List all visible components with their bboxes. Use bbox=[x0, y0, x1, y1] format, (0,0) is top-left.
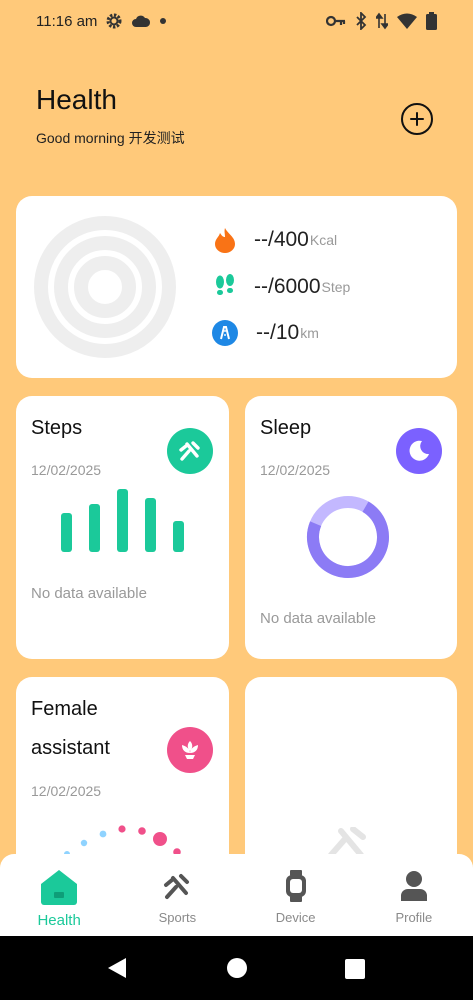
sleep-tile[interactable]: Sleep 12/02/2025 No data available bbox=[245, 396, 457, 659]
bottom-navigation: Health Sports Device Profile bbox=[0, 854, 473, 936]
running-icon bbox=[167, 428, 213, 474]
steps-metric: --/6000 Step bbox=[212, 274, 350, 300]
flower-icon bbox=[167, 727, 213, 773]
steps-bar bbox=[117, 489, 128, 552]
steps-date: 12/02/2025 bbox=[31, 462, 102, 478]
female-title-line2: assistant bbox=[31, 737, 110, 759]
distance-metric: --/10 km bbox=[212, 320, 319, 346]
moon-icon bbox=[396, 428, 442, 474]
cloud-icon bbox=[131, 13, 151, 29]
dot-icon bbox=[159, 17, 167, 25]
calories-unit: Kcal bbox=[309, 232, 338, 248]
bluetooth-icon bbox=[355, 12, 367, 30]
nav-label: Health bbox=[37, 912, 81, 929]
nav-label: Profile bbox=[395, 910, 433, 925]
key-icon bbox=[326, 14, 346, 28]
sleep-title: Sleep bbox=[260, 417, 312, 439]
home-icon bbox=[39, 868, 79, 911]
steps-bar bbox=[145, 498, 156, 552]
sleep-no-data: No data available bbox=[260, 610, 376, 627]
page-title: Health bbox=[36, 84, 117, 115]
battery-icon bbox=[426, 12, 437, 30]
calories-metric: --/400 Kcal bbox=[212, 227, 337, 253]
female-title-line1: Female bbox=[31, 698, 98, 720]
greeting-text: Good morning 开发测试 bbox=[36, 130, 185, 146]
steps-bar bbox=[173, 521, 184, 552]
nav-label: Device bbox=[275, 910, 316, 925]
back-icon[interactable] bbox=[106, 956, 128, 985]
home-button-icon[interactable] bbox=[226, 957, 248, 984]
nav-health[interactable]: Health bbox=[0, 854, 118, 936]
distance-value: --/10 bbox=[256, 321, 300, 344]
system-navigation-bar bbox=[0, 936, 473, 1000]
nav-sports[interactable]: Sports bbox=[118, 854, 236, 936]
wifi-icon bbox=[397, 13, 417, 29]
steps-bar bbox=[61, 513, 72, 552]
sleep-date: 12/02/2025 bbox=[260, 462, 331, 478]
nav-label: Sports bbox=[158, 910, 197, 925]
person-icon bbox=[400, 870, 428, 907]
female-date: 12/02/2025 bbox=[31, 783, 102, 799]
distance-unit: km bbox=[300, 325, 319, 341]
steps-no-data: No data available bbox=[31, 585, 147, 602]
steps-title: Steps bbox=[31, 417, 83, 439]
running-icon bbox=[162, 872, 192, 907]
activity-summary-card[interactable]: --/400 Kcal --/6000 Step --/10 km bbox=[16, 196, 457, 378]
activity-rings bbox=[32, 214, 178, 365]
steps-tile[interactable]: Steps 12/02/2025 No data available bbox=[16, 396, 229, 659]
nav-profile[interactable]: Profile bbox=[355, 854, 473, 936]
status-bar: 11:16 am bbox=[0, 0, 473, 42]
plus-circle-icon[interactable] bbox=[401, 103, 433, 135]
data-arrows-icon bbox=[376, 12, 388, 30]
road-icon bbox=[212, 320, 238, 346]
steps-value: --/6000 bbox=[254, 275, 321, 298]
footprints-icon bbox=[212, 274, 238, 300]
steps-bar bbox=[89, 504, 100, 552]
sleep-donut-chart bbox=[306, 495, 390, 584]
calories-value: --/400 bbox=[254, 228, 309, 251]
flame-icon bbox=[212, 227, 238, 253]
recents-icon[interactable] bbox=[344, 958, 366, 985]
status-time: 11:16 am bbox=[36, 12, 98, 30]
settings-gear-icon bbox=[105, 12, 123, 30]
steps-unit: Step bbox=[321, 279, 351, 295]
nav-device[interactable]: Device bbox=[237, 854, 355, 936]
watch-icon bbox=[284, 870, 308, 907]
